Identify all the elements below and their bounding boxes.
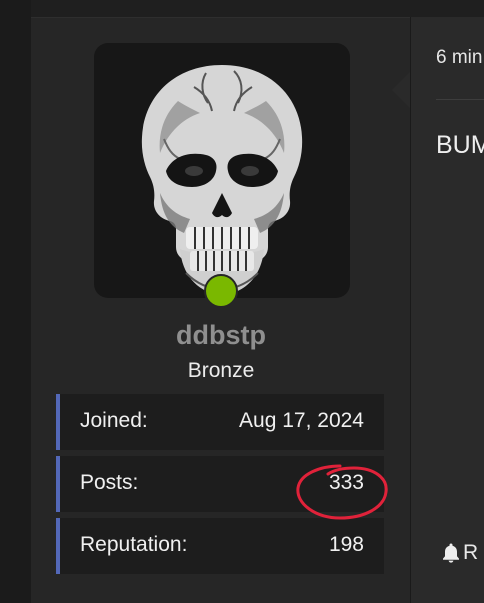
post-body-text: BUM bbox=[436, 131, 484, 159]
user-rank: Bronze bbox=[187, 359, 255, 382]
online-status-dot bbox=[204, 274, 238, 308]
avatar[interactable] bbox=[94, 43, 350, 298]
post-bubble-arrow bbox=[392, 72, 410, 108]
stat-label: Joined: bbox=[80, 409, 148, 432]
post-timestamp[interactable]: 6 min bbox=[436, 47, 482, 69]
stat-value: 198 bbox=[328, 533, 364, 556]
reaction-button[interactable]: R bbox=[441, 541, 478, 565]
stat-label: Reputation: bbox=[80, 533, 188, 556]
stat-label: Posts: bbox=[80, 471, 139, 494]
username[interactable]: ddbstp bbox=[0, 320, 442, 351]
bell-icon bbox=[441, 542, 461, 564]
post-content-panel bbox=[410, 17, 484, 603]
stat-row-posts: Posts: 333 bbox=[56, 456, 384, 512]
outer-margin bbox=[0, 0, 31, 603]
forum-post-page: 6 min BUM R ddbstp Bronze Joined: Aug 17… bbox=[0, 0, 484, 603]
stat-value[interactable]: 333 bbox=[329, 471, 364, 495]
reaction-label: R bbox=[463, 541, 479, 564]
skull-avatar-icon bbox=[141, 65, 303, 295]
stat-row-joined: Joined: Aug 17, 2024 bbox=[56, 394, 384, 450]
stat-row-reputation: Reputation: 198 bbox=[56, 518, 384, 574]
post-header-divider bbox=[436, 99, 484, 100]
stat-value: Aug 17, 2024 bbox=[239, 409, 364, 432]
